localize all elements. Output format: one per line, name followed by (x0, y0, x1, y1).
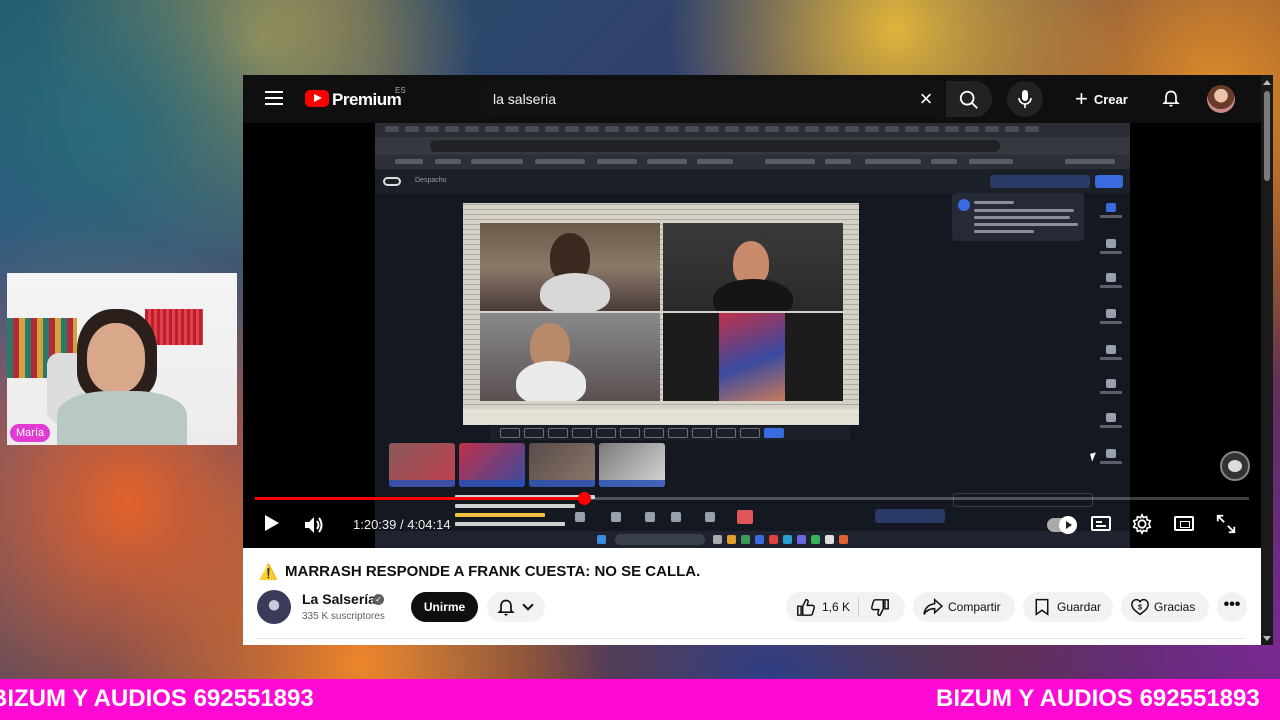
youtube-logo-icon[interactable] (305, 90, 329, 107)
thanks-button[interactable]: $ Gracias (1121, 592, 1209, 622)
volume-icon[interactable] (303, 514, 327, 536)
ticker-banner: BIZUM Y AUDIOS 692551893 BIZUM Y AUDIOS … (0, 679, 1280, 720)
video-studio-bar: Despacho (375, 169, 1130, 193)
search-icon (959, 90, 978, 109)
webcam-name-tag: María (10, 424, 51, 442)
save-button[interactable]: Guardar (1023, 592, 1113, 622)
video-address-bar (375, 137, 1130, 155)
like-icon[interactable] (796, 598, 816, 616)
subscription-bell-button[interactable] (487, 592, 545, 622)
avatar[interactable] (1207, 85, 1235, 113)
svg-text:$: $ (1138, 602, 1142, 611)
ticker-text: BIZUM Y AUDIOS 692551893 (0, 685, 314, 712)
video-frame: Despacho (375, 123, 1130, 548)
fullscreen-icon[interactable] (1215, 513, 1237, 535)
create-label: Crear (1093, 91, 1128, 107)
thanks-icon: $ (1131, 598, 1149, 616)
subscriber-count: 335 K suscriptores (302, 611, 385, 622)
share-button[interactable]: Compartir (913, 592, 1015, 622)
video-bookmarks (375, 155, 1130, 169)
scrollbar[interactable] (1261, 75, 1273, 645)
logo-country: ES (395, 86, 406, 95)
video-help-button (875, 509, 945, 523)
clear-icon[interactable]: × (915, 88, 937, 110)
warning-icon: ⚠️ (259, 564, 278, 581)
share-icon (923, 598, 943, 615)
autoplay-toggle-icon[interactable] (1047, 516, 1077, 534)
chevron-down-icon (522, 599, 534, 611)
create-button[interactable]: + Crear (1075, 87, 1128, 111)
like-dislike-group: 1,6 K (786, 592, 905, 622)
video-thumbnails (389, 443, 769, 491)
video-browser-tabs (375, 123, 1130, 137)
video-info: ⚠️ MARRASH RESPONDE A FRANK CUESTA: NO S… (243, 548, 1261, 645)
ticker-text: BIZUM Y AUDIOS 692551893 (936, 685, 1260, 712)
divider (255, 638, 1245, 639)
scroll-up-icon[interactable] (1263, 80, 1271, 85)
voice-search-button[interactable] (1007, 81, 1043, 117)
search-input-value[interactable]: la salseria (493, 91, 556, 107)
search-button[interactable] (946, 81, 992, 117)
video-stage-controls (575, 509, 775, 527)
bell-icon (497, 599, 515, 616)
video-player[interactable]: Despacho 1:20:39 / 4:04:14 (243, 123, 1261, 548)
scroll-down-icon[interactable] (1263, 636, 1271, 641)
progress-bar[interactable] (255, 492, 1249, 505)
like-count[interactable]: 1,6 K (822, 600, 850, 614)
progress-fill (255, 497, 584, 500)
video-cam-2 (663, 223, 843, 311)
top-bar: Premium ES la salseria × + Crear (243, 75, 1261, 123)
save-icon (1035, 598, 1049, 616)
channel-avatar[interactable] (257, 590, 291, 624)
dislike-icon[interactable] (870, 599, 890, 617)
floating-avatar (1220, 451, 1250, 481)
join-button[interactable]: Unirme (411, 592, 478, 622)
progress-scrubber[interactable] (578, 492, 591, 505)
channel-name[interactable]: La Salsería (302, 591, 376, 607)
verified-icon: ✓ (373, 594, 384, 605)
save-label: Guardar (1057, 600, 1102, 614)
time-display: 1:20:39 / 4:04:14 (353, 517, 451, 532)
play-icon[interactable] (263, 515, 281, 533)
mic-icon (1018, 90, 1032, 108)
video-cam-1 (480, 223, 660, 311)
video-chat-panel (952, 193, 1084, 241)
theater-icon[interactable] (1174, 516, 1194, 531)
menu-icon[interactable] (265, 91, 283, 105)
plus-icon: + (1075, 86, 1088, 111)
thanks-label: Gracias (1154, 600, 1196, 614)
video-taskbar (375, 531, 1130, 548)
more-icon[interactable]: ••• (1217, 592, 1247, 622)
scroll-thumb[interactable] (1264, 91, 1270, 181)
video-cam-4 (663, 313, 843, 401)
video-cam-3 (480, 313, 660, 401)
video-notice (953, 493, 1093, 507)
video-stage-toolbar (490, 426, 850, 440)
logo-text[interactable]: Premium (332, 90, 402, 110)
share-label: Compartir (948, 600, 1001, 614)
video-title: MARRASH RESPONDE A FRANK CUESTA: NO SE C… (285, 563, 701, 580)
video-side-icons (1093, 193, 1129, 473)
gear-icon[interactable] (1131, 513, 1153, 535)
bell-icon[interactable] (1161, 89, 1181, 109)
webcam-overlay: María (7, 273, 237, 445)
youtube-window: Premium ES la salseria × + Crear Despach… (243, 75, 1273, 645)
video-stage (463, 203, 859, 425)
subtitles-icon[interactable] (1091, 516, 1111, 531)
